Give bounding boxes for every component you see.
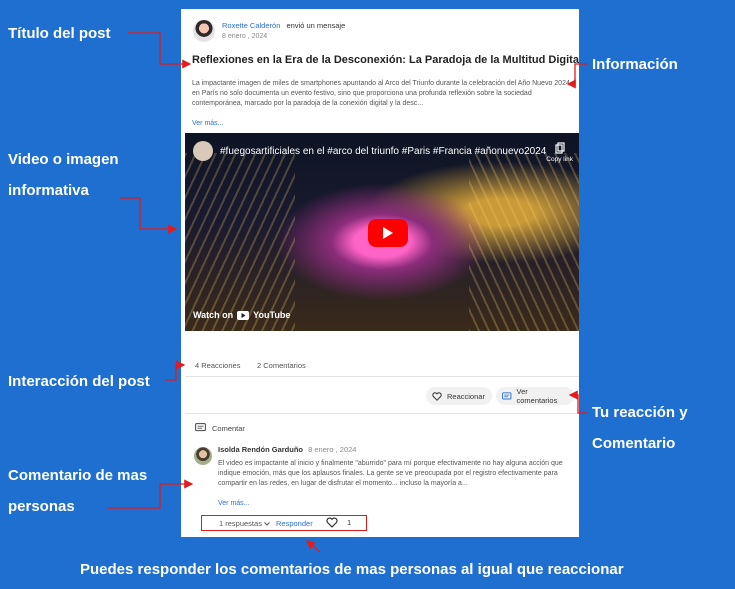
annotation-arrows: [108, 32, 588, 553]
